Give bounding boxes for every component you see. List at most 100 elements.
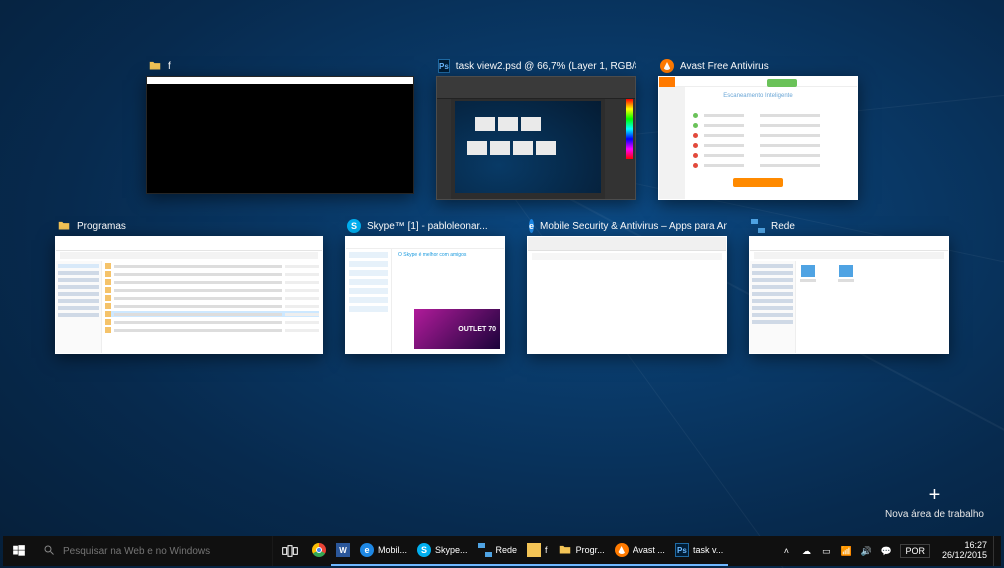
task-view-row-1: f Ps task view2.psd @ 66,7% (Layer 1, RG… — [55, 58, 949, 200]
task-view-card-title: Programas — [77, 221, 126, 232]
avast-icon — [615, 543, 629, 557]
task-view-card-title: Mobile Security & Antivirus – Apps para … — [540, 221, 727, 232]
taskbar: WeMobil... S Skype... Rede f Progr... Avast ..… — [3, 536, 1001, 566]
skype-thumb-banner: OUTLET 70 — [458, 326, 496, 333]
taskbar-app-label: task v... — [693, 545, 723, 555]
taskbar-clock[interactable]: 16:27 26/12/2015 — [936, 536, 993, 566]
task-view-card-title: Avast Free Antivirus — [680, 61, 769, 72]
folder-icon — [527, 543, 541, 557]
show-desktop-button[interactable] — [993, 536, 1001, 566]
task-view-card-thumbnail: Escaneamento Inteligente — [658, 76, 858, 200]
skype-thumb-title: O Skype é melhor com amigos — [398, 252, 498, 257]
avast-item-desc — [760, 164, 820, 167]
avast-item-name — [704, 164, 744, 167]
taskbar-app-label: Progr... — [576, 545, 605, 555]
chrome-icon — [312, 543, 326, 557]
tray-battery-icon[interactable]: ▭ — [820, 545, 832, 557]
task-view-card-programas[interactable]: Programas — [55, 218, 323, 354]
folder-icon — [558, 543, 572, 557]
task-view-card-header: e Mobile Security & Antivirus – Apps par… — [527, 218, 727, 236]
task-view-card-photoshop[interactable]: Ps task view2.psd @ 66,7% (Layer 1, RGB/… — [436, 58, 636, 200]
status-dot-icon — [693, 163, 698, 168]
taskbar-app-label: f — [545, 545, 548, 555]
avast-item-name — [704, 124, 744, 127]
avast-item-name — [704, 114, 744, 117]
avast-item-name — [704, 144, 744, 147]
task-view-card-f[interactable]: f — [146, 58, 414, 194]
avast-thumb-title: Escaneamento Inteligente — [659, 93, 857, 99]
avast-item-name — [704, 154, 744, 157]
avast-item-name — [704, 134, 744, 137]
task-view-area: f Ps task view2.psd @ 66,7% (Layer 1, RG… — [55, 58, 949, 372]
taskbar-spacer — [728, 536, 774, 566]
task-view-card-thumbnail — [55, 236, 323, 354]
avast-item-desc — [760, 154, 820, 157]
network-icon — [478, 543, 492, 557]
status-dot-icon — [693, 113, 698, 118]
clock-date: 26/12/2015 — [942, 551, 987, 561]
status-dot-icon — [693, 133, 698, 138]
taskbar-app[interactable]: f — [522, 536, 553, 566]
task-view-card-avast[interactable]: Avast Free Antivirus Escaneamento Inteli… — [658, 58, 858, 200]
task-view-card-skype[interactable]: S Skype™ [1] - pabloleonar... O Skype é … — [345, 218, 505, 354]
photoshop-icon: Ps — [675, 543, 689, 557]
word-icon: W — [336, 543, 350, 557]
avast-item-desc — [760, 114, 820, 117]
avast-thumb-item — [693, 143, 851, 148]
taskbar-app[interactable]: eMobil... — [355, 536, 412, 566]
task-view-card-thumbnail: O Skype é melhor com amigos OUTLET 70 — [345, 236, 505, 354]
avast-thumb-item — [693, 163, 851, 168]
taskbar-app-label: Skype... — [435, 545, 468, 555]
network-icon — [751, 219, 765, 233]
taskbar-app[interactable]: S Skype... — [412, 536, 473, 566]
task-view-card-thumbnail — [527, 236, 727, 354]
task-view-card-header: Avast Free Antivirus — [658, 58, 858, 76]
task-view-card-header: S Skype™ [1] - pabloleonar... — [345, 218, 505, 236]
new-desktop-button[interactable]: + Nova área de trabalho — [885, 485, 984, 520]
avast-thumb-item — [693, 123, 851, 128]
taskbar-app[interactable]: Rede — [473, 536, 523, 566]
task-view-card-header: Ps task view2.psd @ 66,7% (Layer 1, RGB/… — [436, 58, 636, 76]
task-view-card-rede[interactable]: Rede — [749, 218, 949, 354]
avast-item-desc — [760, 144, 820, 147]
task-view-card-title: Skype™ [1] - pabloleonar... — [367, 221, 488, 232]
task-view-card-title: f — [168, 61, 171, 72]
taskbar-app[interactable] — [307, 536, 331, 566]
avast-item-desc — [760, 124, 820, 127]
tray-volume-icon[interactable]: 🔊 — [860, 545, 872, 557]
status-dot-icon — [693, 153, 698, 158]
start-button[interactable] — [3, 536, 35, 566]
avast-item-desc — [760, 134, 820, 137]
task-view-card-header: f — [146, 58, 414, 76]
tray-action-center-icon[interactable]: 💬 — [880, 545, 892, 557]
avast-thumb-item — [693, 113, 851, 118]
search-icon — [43, 544, 55, 559]
search-input[interactable] — [63, 546, 264, 557]
taskbar-app[interactable]: W — [331, 536, 355, 566]
task-view-card-header: Programas — [55, 218, 323, 236]
avast-thumb-item — [693, 153, 851, 158]
tray-chevron-icon[interactable]: ˄ — [780, 545, 792, 557]
skype-icon: S — [417, 543, 431, 557]
taskbar-app-label: Avast ... — [633, 545, 665, 555]
task-view-card-thumbnail — [749, 236, 949, 354]
skype-icon: S — [347, 219, 361, 233]
avast-thumb-button — [733, 178, 783, 187]
tray-network-icon[interactable]: 📶 — [840, 545, 852, 557]
language-indicator[interactable]: POR — [900, 544, 930, 558]
folder-icon — [148, 59, 162, 73]
task-view-button[interactable] — [273, 536, 307, 566]
folder-icon — [57, 219, 71, 233]
system-tray[interactable]: ˄ ☁ ▭ 📶 🔊 💬 POR — [774, 536, 936, 566]
avast-thumb-item — [693, 133, 851, 138]
taskbar-search[interactable] — [35, 536, 273, 566]
edge-icon: e — [529, 219, 534, 233]
tray-onedrive-icon[interactable]: ☁ — [800, 545, 812, 557]
avast-icon — [660, 59, 674, 73]
task-view-card-edge[interactable]: e Mobile Security & Antivirus – Apps par… — [527, 218, 727, 354]
taskbar-app[interactable]: Ps task v... — [670, 536, 728, 566]
status-dot-icon — [693, 123, 698, 128]
taskbar-app[interactable]: Progr... — [553, 536, 610, 566]
avast-thumb-list — [693, 113, 851, 168]
taskbar-app[interactable]: Avast ... — [610, 536, 670, 566]
